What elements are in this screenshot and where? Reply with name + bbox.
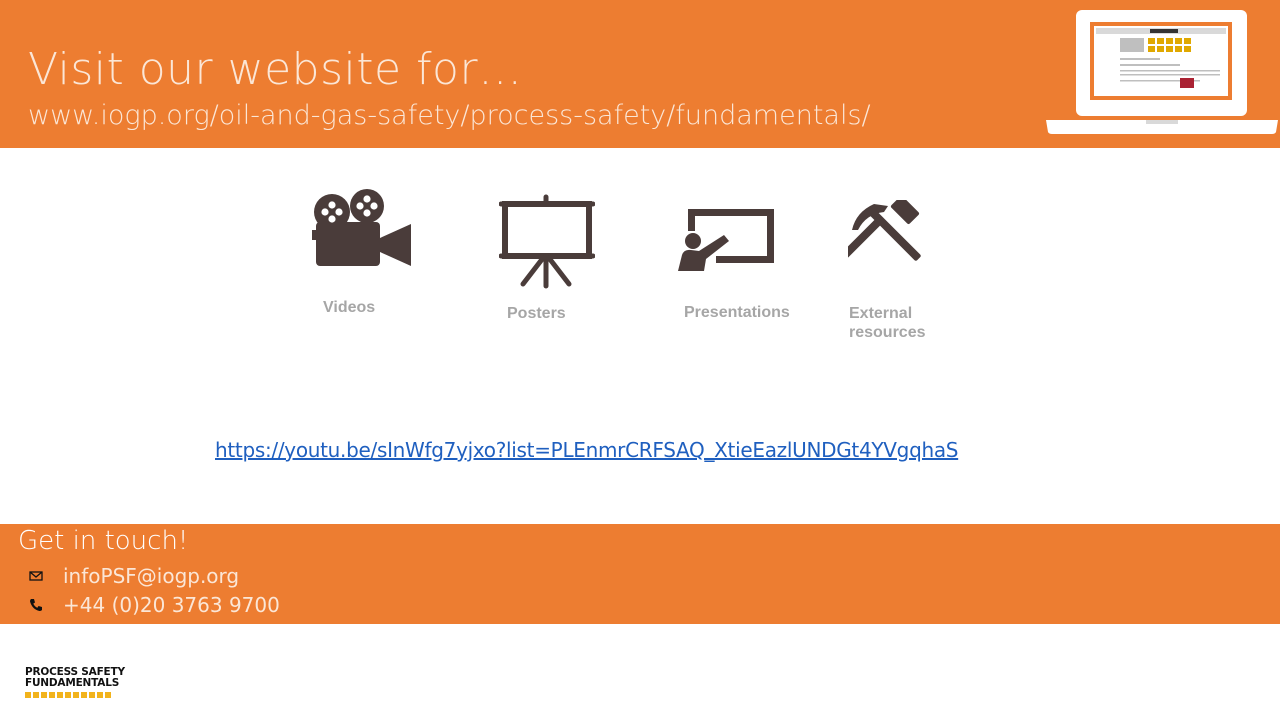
poster-easel-icon[interactable]: [499, 194, 595, 290]
page-title: Visit our website for…: [28, 44, 523, 95]
logo-squares: [25, 692, 125, 698]
resource-label-external: External resources: [849, 304, 926, 342]
email-link[interactable]: infoPSF@iogp.org: [63, 564, 239, 588]
phone-link[interactable]: +44 (0)20 3763 9700: [63, 593, 280, 617]
contact-title: Get in touch!: [18, 526, 189, 556]
resource-label-posters: Posters: [507, 305, 566, 322]
phone-icon: [30, 599, 42, 612]
laptop-icon: [1046, 10, 1278, 134]
envelope-icon: [29, 571, 43, 581]
youtube-playlist-link[interactable]: https://youtu.be/sInWfg7yjxo?list=PLEnmr…: [215, 438, 958, 462]
resource-label-videos: Videos: [323, 299, 376, 316]
psf-logo: PROCESS SAFETY FUNDAMENTALS: [25, 667, 125, 698]
resource-label-external-line2: resources: [849, 324, 926, 341]
resource-label-external-line1: External: [849, 305, 913, 322]
presentation-board-icon[interactable]: [678, 205, 776, 273]
website-url-link[interactable]: www.iogp.org/oil-and-gas-safety/process-…: [28, 100, 871, 131]
video-camera-icon[interactable]: [312, 188, 412, 270]
hammer-pickaxe-icon[interactable]: [848, 200, 922, 272]
resource-label-presentations: Presentations: [684, 304, 790, 321]
logo-line-2: FUNDAMENTALS: [25, 677, 120, 689]
